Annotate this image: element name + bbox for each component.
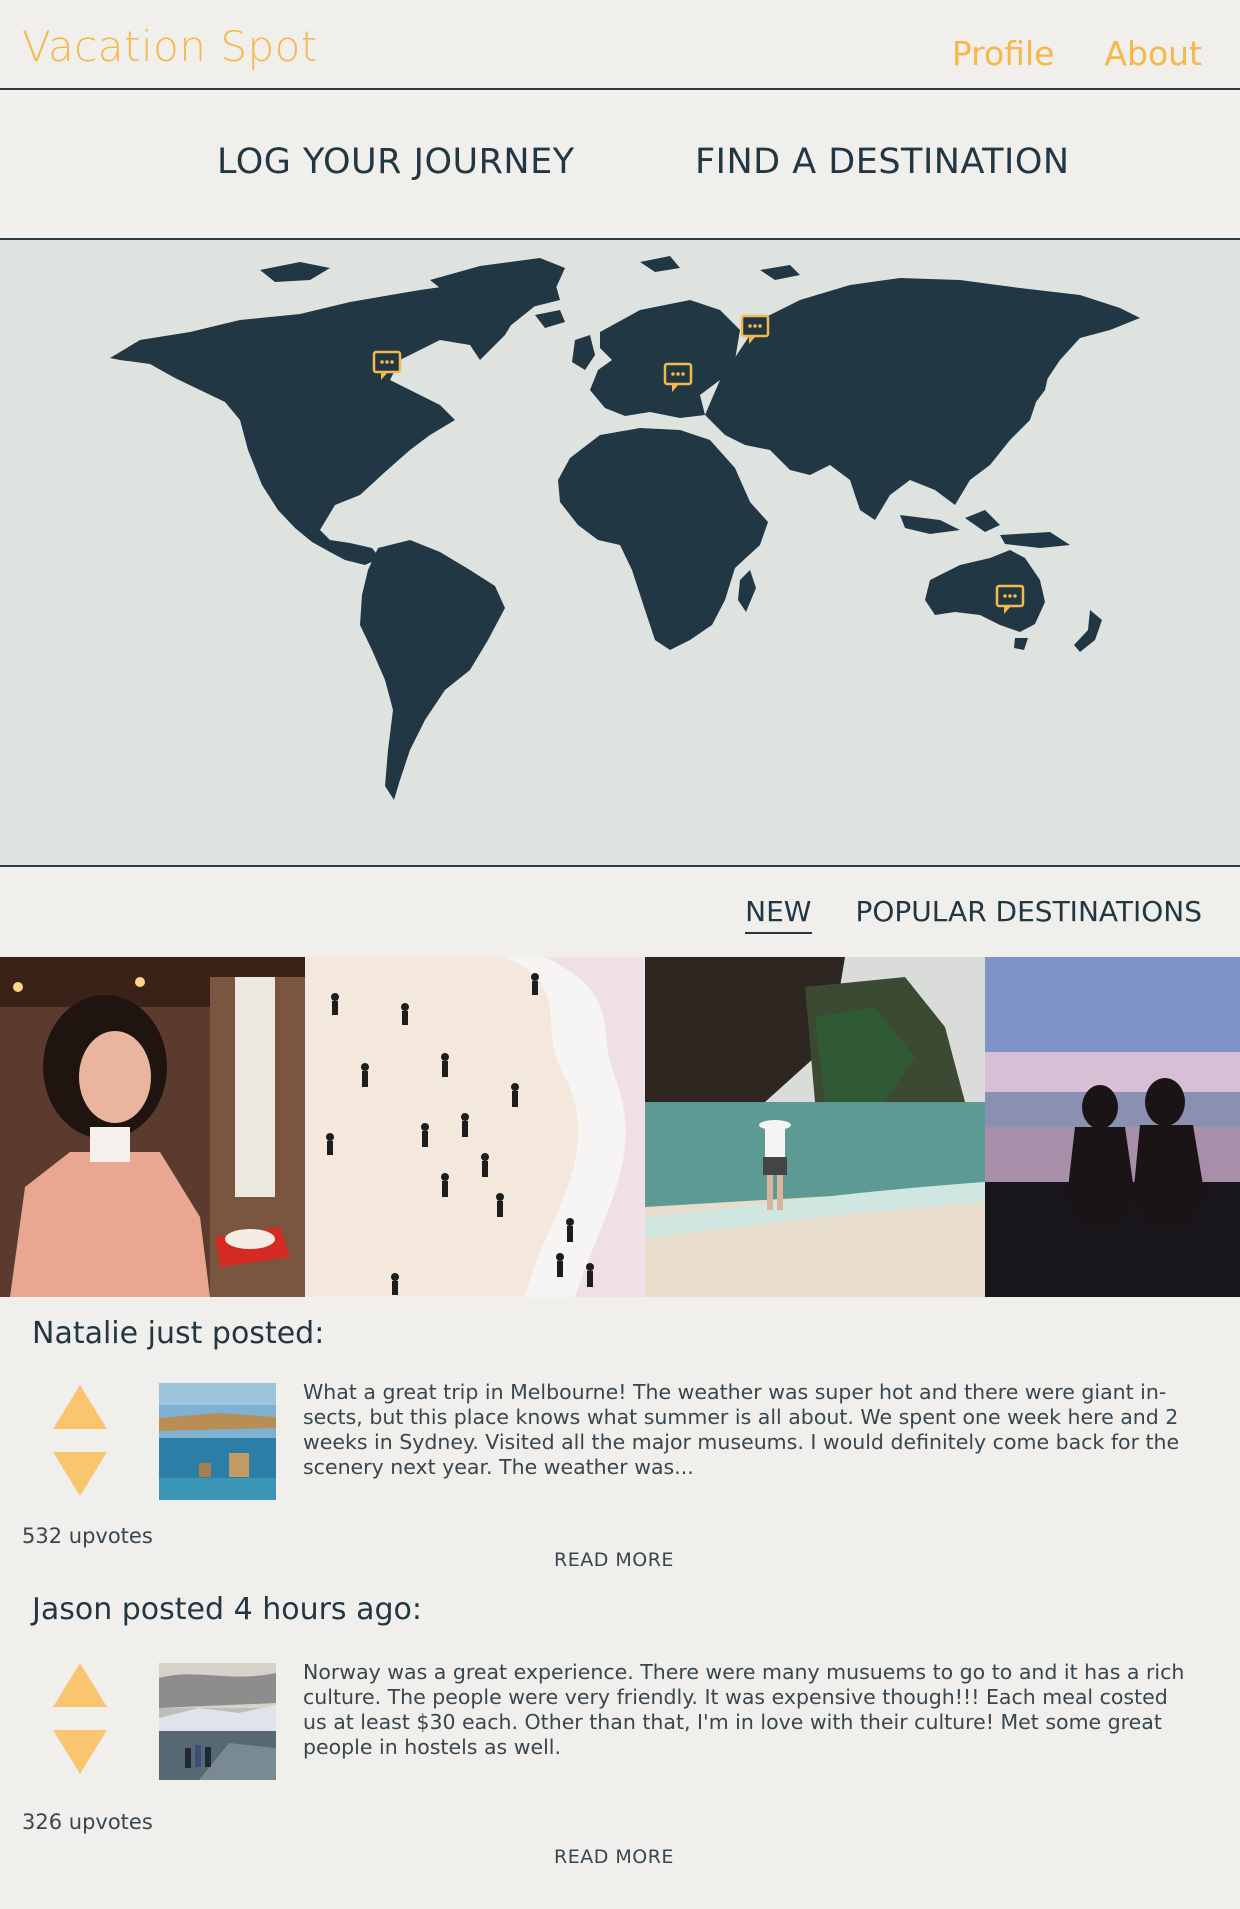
post-1-upvote-icon[interactable] <box>53 1385 107 1429</box>
post-1-read-more-link[interactable]: READ MORE <box>554 1549 674 1571</box>
continent-asia <box>705 278 1140 520</box>
continent-south-america <box>360 540 505 800</box>
post-2-downvote-icon[interactable] <box>53 1730 107 1774</box>
top-nav: Profile About <box>952 34 1202 73</box>
post-1-thumbnail[interactable] <box>159 1383 276 1500</box>
world-map-graphic <box>110 256 1140 800</box>
island-iceland <box>535 310 565 328</box>
island-madagascar <box>738 570 756 612</box>
post-2-text: Norway was a great experience. There wer… <box>303 1660 1185 1759</box>
gallery-photo-crowded-beach[interactable] <box>305 957 645 1297</box>
top-bar: Vacation Spot Profile About <box>0 0 1240 90</box>
post-2-upvote-icon[interactable] <box>53 1663 107 1707</box>
post-2-thumbnail[interactable] <box>159 1663 276 1780</box>
filter-popular-destinations-tab[interactable]: POPULAR DESTINATIONS <box>856 895 1203 934</box>
continents <box>110 256 1140 800</box>
world-map[interactable] <box>0 240 1240 867</box>
log-journey-link[interactable]: LOG YOUR JOURNEY <box>217 142 575 182</box>
nav-profile-link[interactable]: Profile <box>952 34 1055 73</box>
post-2-upvote-count: 326 upvotes <box>22 1810 153 1834</box>
continent-north-america <box>110 280 560 565</box>
post-1-upvote-count: 532 upvotes <box>22 1524 153 1548</box>
island-new-zealand <box>1074 610 1102 652</box>
find-destination-link[interactable]: FIND A DESTINATION <box>695 142 1070 182</box>
post-2-heading: Jason posted 4 hours ago: <box>32 1592 422 1627</box>
gallery-photo-woman-pink-jacket[interactable] <box>0 957 305 1297</box>
island-tasmania <box>1014 638 1028 650</box>
brand-logo[interactable]: Vacation Spot <box>22 22 318 71</box>
gallery-photo-woman-in-lagoon[interactable] <box>645 957 985 1297</box>
post-1-downvote-icon[interactable] <box>53 1452 107 1496</box>
gallery-photo-sunset-beach[interactable] <box>985 957 1240 1297</box>
post-1-heading: Natalie just posted: <box>32 1316 325 1351</box>
islands-southeast-asia <box>900 510 1070 548</box>
filter-new-tab[interactable]: NEW <box>745 895 812 934</box>
continent-africa <box>558 428 768 650</box>
photo-gallery <box>0 957 1240 1297</box>
nav-about-link[interactable]: About <box>1104 34 1202 73</box>
feed-filters: NEW POPULAR DESTINATIONS <box>745 895 1202 934</box>
post-1-text: What a great trip in Melbourne! The weat… <box>303 1380 1180 1479</box>
post-2-read-more-link[interactable]: READ MORE <box>554 1846 674 1868</box>
action-bar: LOG YOUR JOURNEY FIND A DESTINATION <box>0 90 1240 240</box>
continent-australia <box>925 550 1045 632</box>
island-uk <box>572 335 595 370</box>
